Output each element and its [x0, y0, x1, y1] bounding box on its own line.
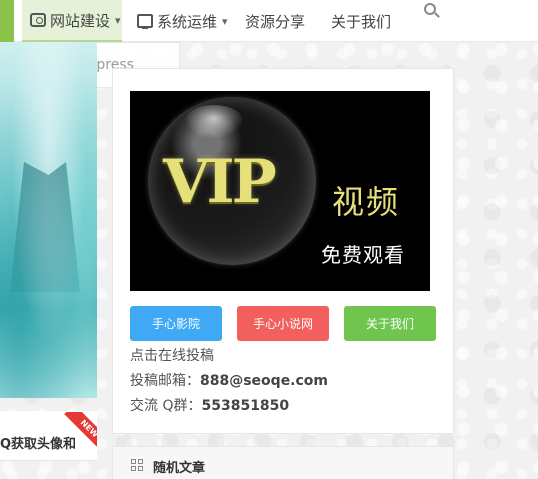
about-us-button[interactable]: 关于我们 — [344, 306, 436, 341]
nav-item-label: 网站建设 — [50, 11, 111, 30]
new-badge-text: NEW — [64, 412, 97, 452]
random-posts-title: 随机文章 — [153, 461, 206, 476]
cinema-link-button[interactable]: 手心影院 — [130, 306, 222, 341]
qq-group-line: 交流 Q群：553851850 — [130, 395, 289, 415]
nav-item-resources[interactable]: 资源分享 — [245, 0, 305, 42]
submit-link[interactable]: 点击在线投稿 — [130, 345, 214, 365]
camera-icon — [30, 13, 46, 27]
nav-accent-bar — [0, 0, 14, 42]
chevron-down-icon: ▾ — [115, 13, 121, 27]
nav-item-ops[interactable]: 系统运维 ▾ — [137, 0, 228, 42]
top-nav: 网站建设 ▾ 系统运维 ▾ 资源分享 关于我们 — [0, 0, 538, 42]
post-banner-image[interactable] — [0, 42, 97, 398]
nav-item-about[interactable]: 关于我们 — [331, 0, 391, 42]
new-badge: NEW — [57, 412, 97, 452]
nav-item-label: 系统运维 — [157, 12, 218, 31]
novel-link-button[interactable]: 手心小说网 — [237, 306, 329, 341]
email-value: 888@seoqe.com — [200, 373, 329, 389]
qq-group-value: 553851850 — [201, 398, 290, 414]
chevron-down-icon: ▾ — [222, 14, 228, 28]
qq-group-label: 交流 Q群： — [130, 398, 202, 414]
nav-item-label: 资源分享 — [245, 12, 306, 31]
vip-banner-subtitle: 免费观看 — [321, 243, 405, 267]
nav-item-label: 关于我们 — [331, 12, 392, 31]
grid-icon — [131, 459, 143, 471]
vip-video-banner[interactable]: VIP 视频 免费观看 — [130, 91, 430, 291]
nav-item-web-build[interactable]: 网站建设 ▾ — [22, 0, 122, 42]
vip-banner-title: 视频 — [332, 183, 401, 221]
search-icon[interactable] — [424, 3, 436, 15]
email-label: 投稿邮箱： — [130, 373, 200, 389]
vip-logo-text: VIP — [163, 147, 277, 217]
monitor-icon — [137, 14, 153, 29]
email-line: 投稿邮箱：888@seoqe.com — [130, 370, 328, 390]
bubble-shine — [184, 105, 244, 139]
